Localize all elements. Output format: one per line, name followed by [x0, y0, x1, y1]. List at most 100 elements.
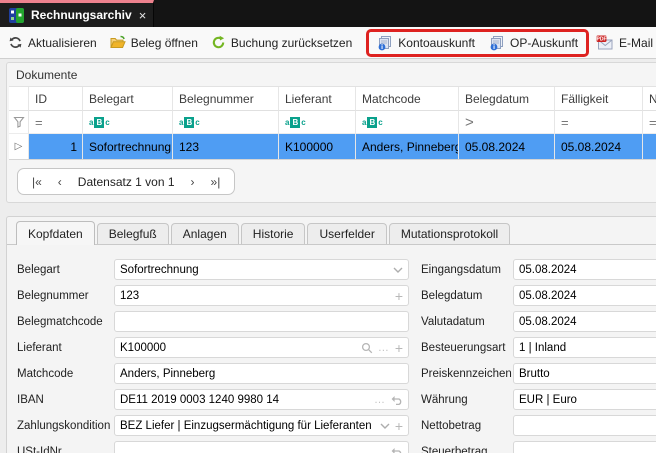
reset-booking-button[interactable]: Buchung zurücksetzen [211, 35, 352, 50]
cell-lieferant[interactable]: K100000 [279, 134, 356, 159]
filter-matchcode-cell[interactable]: aBc [356, 111, 459, 134]
nav-next-button[interactable]: › [191, 175, 195, 189]
text-filter-icon: aBc [179, 117, 200, 128]
row-indicator-cell: ▷ [9, 134, 29, 159]
app-window: Rechnungsarchiv × Aktualisieren [0, 0, 656, 453]
belegdatum-label: Belegdatum [421, 290, 482, 302]
open-document-label: Beleg öffnen [131, 36, 198, 50]
besteuerungsart-label: Besteuerungsart [421, 342, 505, 354]
nettobetrag-field[interactable] [513, 415, 656, 436]
besteuerungsart-value: 1 | Inland [519, 342, 656, 354]
reset-booking-label: Buchung zurücksetzen [231, 36, 352, 50]
account-statement-button[interactable]: Kontoauskunft [377, 35, 475, 51]
undo-circle-icon [211, 35, 226, 50]
tab-close-icon[interactable]: × [139, 8, 147, 23]
ellipsis-icon[interactable]: … [378, 342, 390, 354]
nav-prev-button[interactable]: ‹ [58, 175, 62, 189]
steuerbetrag-field[interactable] [513, 441, 656, 453]
grid-header-lieferant[interactable]: Lieferant [279, 87, 356, 111]
dokumente-panel: Dokumente ID Belegart Belegnummer Liefer… [6, 62, 656, 203]
module-icon [9, 8, 24, 23]
op-info-icon [489, 35, 505, 51]
nav-last-button[interactable]: »| [211, 175, 221, 189]
account-info-icon [377, 35, 393, 51]
zahlungskondition-field[interactable]: BEZ Liefer | Einzugsermächtigung für Lie… [114, 415, 409, 436]
belegart-field[interactable]: Sofortrechnung [114, 259, 409, 280]
filter-belegdatum-cell[interactable]: > [459, 111, 555, 134]
grid-header-rowselect[interactable] [9, 87, 29, 111]
waehrung-field[interactable]: EUR | Euro [513, 389, 656, 410]
grid-header-faelligkeit[interactable]: Fälligkeit [555, 87, 643, 111]
cell-belegart[interactable]: Sofortrechnung [83, 134, 173, 159]
cell-belegnummer[interactable]: 123 [173, 134, 279, 159]
refresh-icon [8, 35, 23, 50]
filter-funnel-cell[interactable] [9, 111, 29, 134]
filter-belegnummer-cell[interactable]: aBc [173, 111, 279, 134]
waehrung-value: EUR | Euro [519, 394, 656, 406]
belegnummer-value: 123 [120, 290, 391, 302]
iban-label: IBAN [17, 394, 44, 406]
undo-icon[interactable] [391, 447, 403, 453]
tab-userfelder[interactable]: Userfelder [307, 223, 386, 244]
matchcode-value: Anders, Pinneberg [120, 368, 403, 380]
grid-header-nettobetrag[interactable]: Nettobetrag [643, 87, 656, 111]
cell-nettobetrag[interactable] [643, 134, 656, 159]
plus-icon[interactable]: + [395, 419, 403, 433]
table-row[interactable]: ▷ 1 Sofortrechnung 123 K100000 Anders, P… [9, 134, 656, 159]
filter-id-cell[interactable]: = [29, 111, 83, 134]
tab-mutationsprotokoll[interactable]: Mutationsprotokoll [389, 223, 510, 244]
form-row: Belegart Sofortrechnung Eingangsdatum 05… [7, 259, 656, 285]
belegnummer-field[interactable]: 123 + [114, 285, 409, 306]
open-document-button[interactable]: Beleg öffnen [110, 35, 198, 50]
iban-value: DE11 2019 0003 1240 9980 14 [120, 394, 370, 406]
ust-idnr-field[interactable]: … [114, 441, 409, 453]
preiskennzeichen-field[interactable]: Brutto [513, 363, 656, 384]
op-statement-button[interactable]: OP-Auskunft [489, 35, 578, 51]
grid-header-belegdatum[interactable]: Belegdatum [459, 87, 555, 111]
iban-field[interactable]: DE11 2019 0003 1240 9980 14 … [114, 389, 409, 410]
search-icon[interactable] [361, 342, 373, 354]
grid-header-id[interactable]: ID [29, 87, 83, 111]
plus-icon[interactable]: + [395, 341, 403, 355]
tab-anlagen[interactable]: Anlagen [171, 223, 239, 244]
tab-historie[interactable]: Historie [241, 223, 306, 244]
cell-belegdatum[interactable]: 05.08.2024 [459, 134, 555, 159]
filter-nettobetrag-cell[interactable]: = [643, 111, 656, 134]
plus-icon[interactable]: + [395, 289, 403, 303]
form-row: Belegmatchcode Valutadatum 05.08.2024 [7, 311, 656, 337]
chevron-down-icon[interactable] [380, 423, 390, 429]
undo-icon[interactable] [391, 395, 403, 405]
tab-kopfdaten[interactable]: Kopfdaten [16, 221, 95, 245]
op-statement-label: OP-Auskunft [510, 36, 578, 50]
grid-filter-row: = aBc aBc aBc aBc > = = [9, 111, 656, 134]
belegdatum-field[interactable]: 05.08.2024 [513, 285, 656, 306]
tab-belegfuss[interactable]: Belegfuß [97, 223, 169, 244]
chevron-down-icon[interactable] [393, 267, 403, 273]
eingangsdatum-label: Eingangsdatum [421, 264, 501, 276]
grid-header-matchcode[interactable]: Matchcode [356, 87, 459, 111]
filter-faelligkeit-cell[interactable]: = [555, 111, 643, 134]
cell-matchcode[interactable]: Anders, Pinneberg [356, 134, 459, 159]
valutadatum-field[interactable]: 05.08.2024 [513, 311, 656, 332]
filter-lieferant-cell[interactable]: aBc [279, 111, 356, 134]
email-pdf-icon: PDF [596, 35, 614, 51]
grid-header-belegnummer[interactable]: Belegnummer [173, 87, 279, 111]
cell-faelligkeit[interactable]: 05.08.2024 [555, 134, 643, 159]
grid-header-belegart[interactable]: Belegart [83, 87, 173, 111]
nav-first-button[interactable]: |« [32, 175, 42, 189]
lieferant-field[interactable]: K100000 … + [114, 337, 409, 358]
eingangsdatum-field[interactable]: 05.08.2024 [513, 259, 656, 280]
email-pdf-button[interactable]: PDF E-Mail [596, 35, 653, 51]
tab-rechnungsarchiv[interactable]: Rechnungsarchiv × [0, 0, 154, 27]
zahlungskondition-label: Zahlungskondition [17, 420, 110, 432]
matchcode-field[interactable]: Anders, Pinneberg [114, 363, 409, 384]
nav-record-label: Datensatz 1 von 1 [78, 175, 175, 189]
besteuerungsart-field[interactable]: 1 | Inland [513, 337, 656, 358]
belegmatchcode-field[interactable] [114, 311, 409, 332]
cell-id[interactable]: 1 [29, 134, 83, 159]
refresh-button[interactable]: Aktualisieren [8, 35, 97, 50]
ellipsis-icon[interactable]: … [374, 446, 386, 453]
preiskennzeichen-label: Preiskennzeichen [421, 368, 512, 380]
ellipsis-icon[interactable]: … [374, 394, 386, 406]
filter-belegart-cell[interactable]: aBc [83, 111, 173, 134]
